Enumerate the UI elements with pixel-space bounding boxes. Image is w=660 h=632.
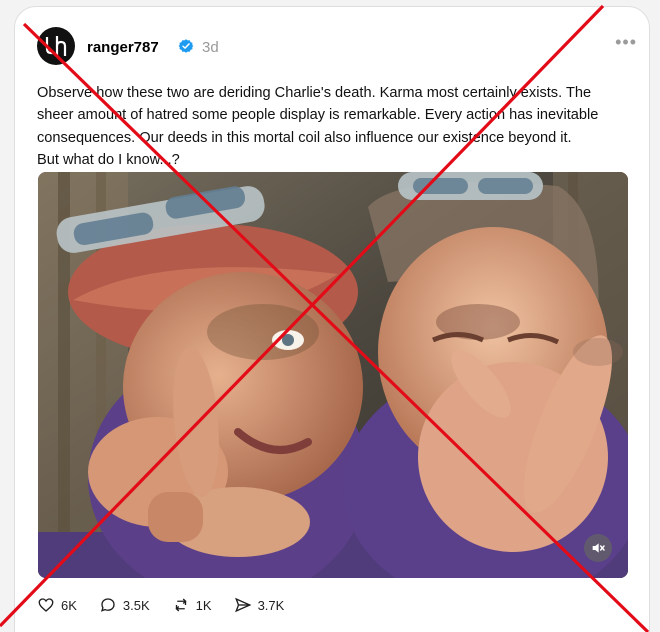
comment-count: 3.5K [122, 597, 150, 613]
heart-icon [38, 598, 54, 612]
repost-button[interactable]: 1K [172, 594, 218, 616]
like-button[interactable]: 6K [37, 594, 83, 616]
post-timestamp[interactable]: 3d [202, 39, 219, 56]
mute-button[interactable] [584, 534, 612, 562]
share-count: 3.7K [257, 597, 285, 613]
comment-icon [100, 598, 115, 612]
verified-badge-icon [178, 39, 194, 53]
post-actions: 6K 3.5K 1K 3.7K [37, 591, 637, 619]
speaker-muted-icon [592, 543, 605, 553]
post-header: ranger787 3d ••• [37, 27, 637, 69]
more-options-icon[interactable]: ••• [615, 32, 637, 53]
post-card: ranger787 3d ••• Observe how these two a… [14, 6, 650, 632]
post-text-line: sheer amount of hatred some people displ… [37, 107, 599, 124]
post-text-line: But what do I know...? [37, 152, 180, 169]
post-text: Observe how these two are deriding Charl… [37, 82, 627, 172]
username[interactable]: ranger787 [87, 39, 159, 56]
send-icon [234, 597, 251, 613]
page: ranger787 3d ••• Observe how these two a… [0, 0, 660, 632]
repost-count: 1K [195, 597, 212, 613]
post-video[interactable] [38, 172, 628, 578]
repost-icon [175, 598, 187, 612]
comment-button[interactable]: 3.5K [99, 594, 156, 616]
post-text-line: consequences. Our deeds in this mortal c… [37, 129, 572, 146]
like-count: 6K [61, 597, 77, 613]
post-text-line: Observe how these two are deriding Charl… [37, 85, 592, 101]
video-frame [38, 172, 628, 578]
avatar[interactable] [37, 27, 75, 65]
share-button[interactable]: 3.7K [234, 594, 291, 616]
